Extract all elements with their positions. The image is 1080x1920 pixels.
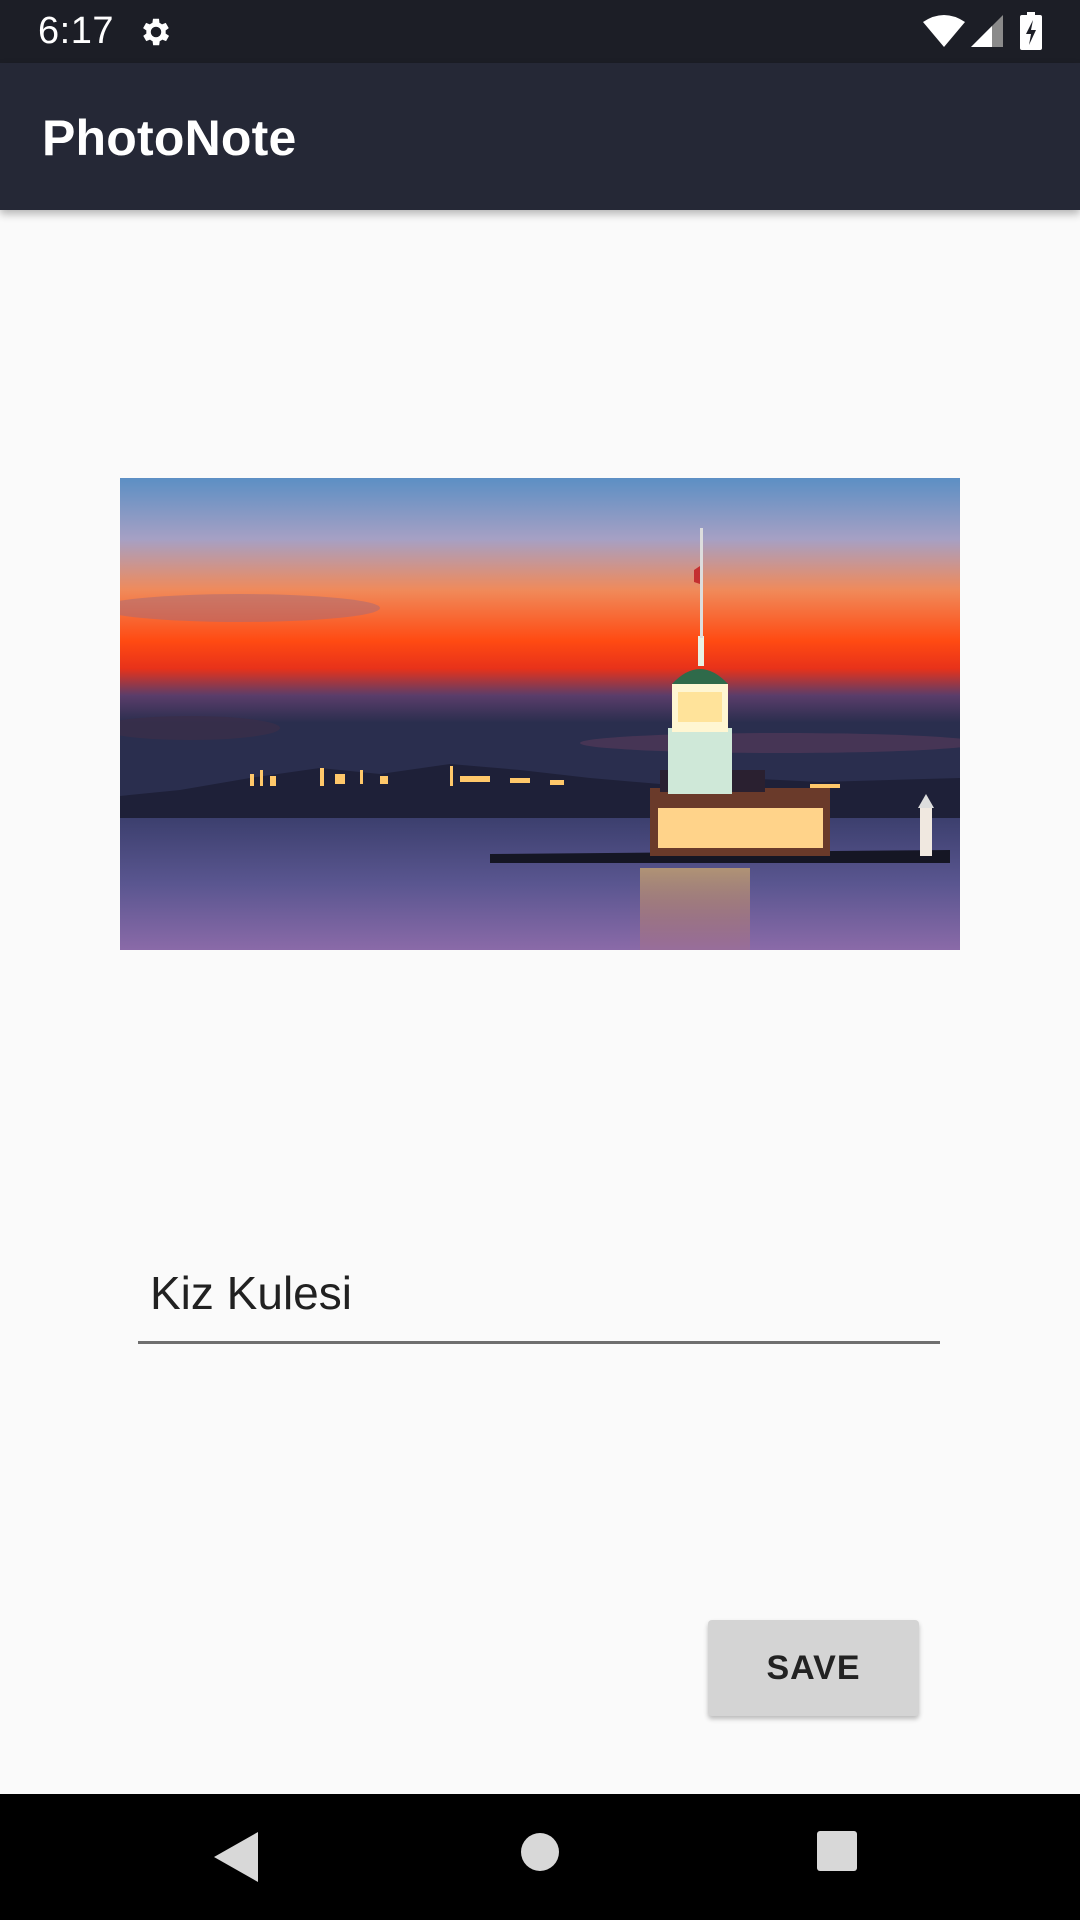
recents-icon[interactable]	[816, 1830, 858, 1872]
note-field[interactable]	[138, 1244, 940, 1350]
note-input[interactable]	[138, 1244, 940, 1344]
app-bar: PhotoNote	[0, 63, 1080, 210]
app-title: PhotoNote	[42, 110, 297, 166]
photo-image[interactable]	[120, 478, 960, 950]
gear-icon	[138, 14, 174, 50]
home-icon[interactable]	[520, 1832, 560, 1872]
wifi-icon	[922, 14, 966, 48]
cell-signal-icon	[970, 14, 1004, 48]
status-bar: 6:17	[0, 0, 1080, 63]
nav-bar	[0, 1794, 1080, 1920]
status-time: 6:17	[38, 10, 114, 52]
battery-charging-icon	[1020, 12, 1042, 50]
back-icon[interactable]	[212, 1830, 260, 1884]
save-button[interactable]: SAVE	[708, 1620, 919, 1716]
